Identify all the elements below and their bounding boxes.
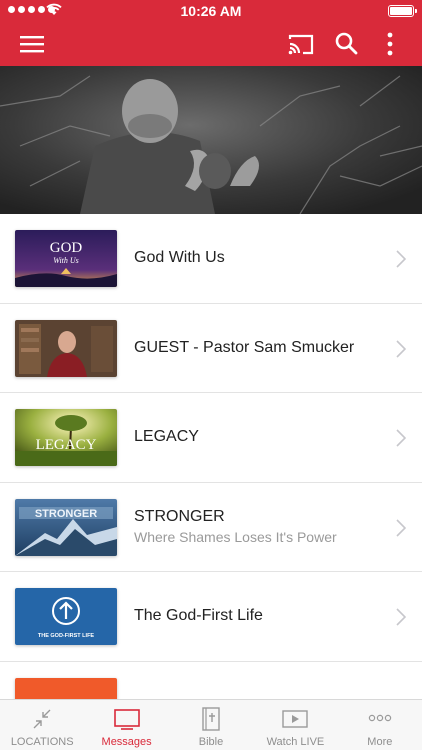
chevron-right-icon (396, 608, 406, 626)
message-thumbnail: LEGACY (15, 409, 117, 466)
message-title: LEGACY (134, 428, 199, 446)
status-time: 10:26 AM (180, 3, 242, 19)
list-item[interactable]: GUEST - Pastor Sam Smucker (0, 303, 422, 393)
thumb-text: GOD (50, 240, 83, 256)
tv-screen-icon (113, 709, 140, 730)
tab-label: More (367, 736, 393, 748)
chevron-right-icon (396, 339, 406, 358)
list-item[interactable]: THE GOD-FIRST LIFE The God-First Life (0, 572, 422, 662)
video-play-icon (282, 710, 309, 728)
tab-label: Messages (101, 736, 152, 748)
tab-label: Watch LIVE (266, 736, 325, 748)
tab-label: LOCATIONS (10, 736, 74, 748)
cast-icon[interactable] (288, 32, 314, 56)
tab-more[interactable]: More (338, 700, 422, 750)
chevron-right-icon (396, 250, 406, 268)
ellipsis-icon (368, 714, 392, 722)
tab-watch-live[interactable]: Watch LIVE (253, 700, 337, 750)
list-item[interactable]: LEGACY LEGACY (0, 393, 422, 483)
message-thumbnail (15, 319, 117, 377)
search-icon[interactable] (334, 31, 358, 55)
tab-messages[interactable]: Messages (84, 700, 168, 750)
message-thumbnail: STRONGER (15, 498, 117, 556)
message-thumbnail: GOD With Us (15, 230, 117, 287)
hamburger-menu-icon[interactable] (20, 32, 44, 56)
tab-locations[interactable]: LOCATIONS (0, 700, 84, 750)
locations-arrows-icon (33, 709, 51, 729)
chevron-right-icon (396, 518, 406, 537)
chevron-right-icon (396, 429, 406, 447)
battery-icon (388, 5, 417, 17)
top-bar: 10:26 AM (0, 0, 422, 66)
status-bar: 10:26 AM (0, 0, 422, 22)
thumb-text: LEGACY (36, 437, 97, 453)
tab-label: Bible (198, 736, 224, 748)
hero-image[interactable] (0, 66, 422, 214)
message-thumbnail: THE GOD-FIRST LIFE (15, 588, 117, 645)
svg-text:With Us: With Us (53, 256, 79, 265)
bible-book-icon (202, 707, 220, 731)
list-item[interactable]: STRONGER STRONGER Where Shames Loses It'… (0, 482, 422, 572)
message-title: STRONGER (134, 508, 225, 526)
preacher-photo (0, 66, 422, 214)
message-title: God With Us (134, 249, 225, 267)
message-title: The God-First Life (134, 607, 263, 625)
thumb-text: THE GOD-FIRST LIFE (38, 633, 95, 639)
message-title: GUEST - Pastor Sam Smucker (134, 338, 355, 356)
list-item[interactable]: GOD With Us God With Us (0, 214, 422, 304)
tab-bar: LOCATIONS Messages Bible Watch LIVE More (0, 699, 422, 750)
vertical-dots-icon[interactable] (378, 31, 402, 57)
tab-bible[interactable]: Bible (169, 700, 253, 750)
thumb-text: STRONGER (35, 508, 97, 520)
message-subtitle: Where Shames Loses It's Power (134, 529, 337, 546)
navigation-bar (0, 22, 422, 66)
messages-list: GOD With Us God With Us GUEST - Pastor S… (0, 214, 422, 750)
